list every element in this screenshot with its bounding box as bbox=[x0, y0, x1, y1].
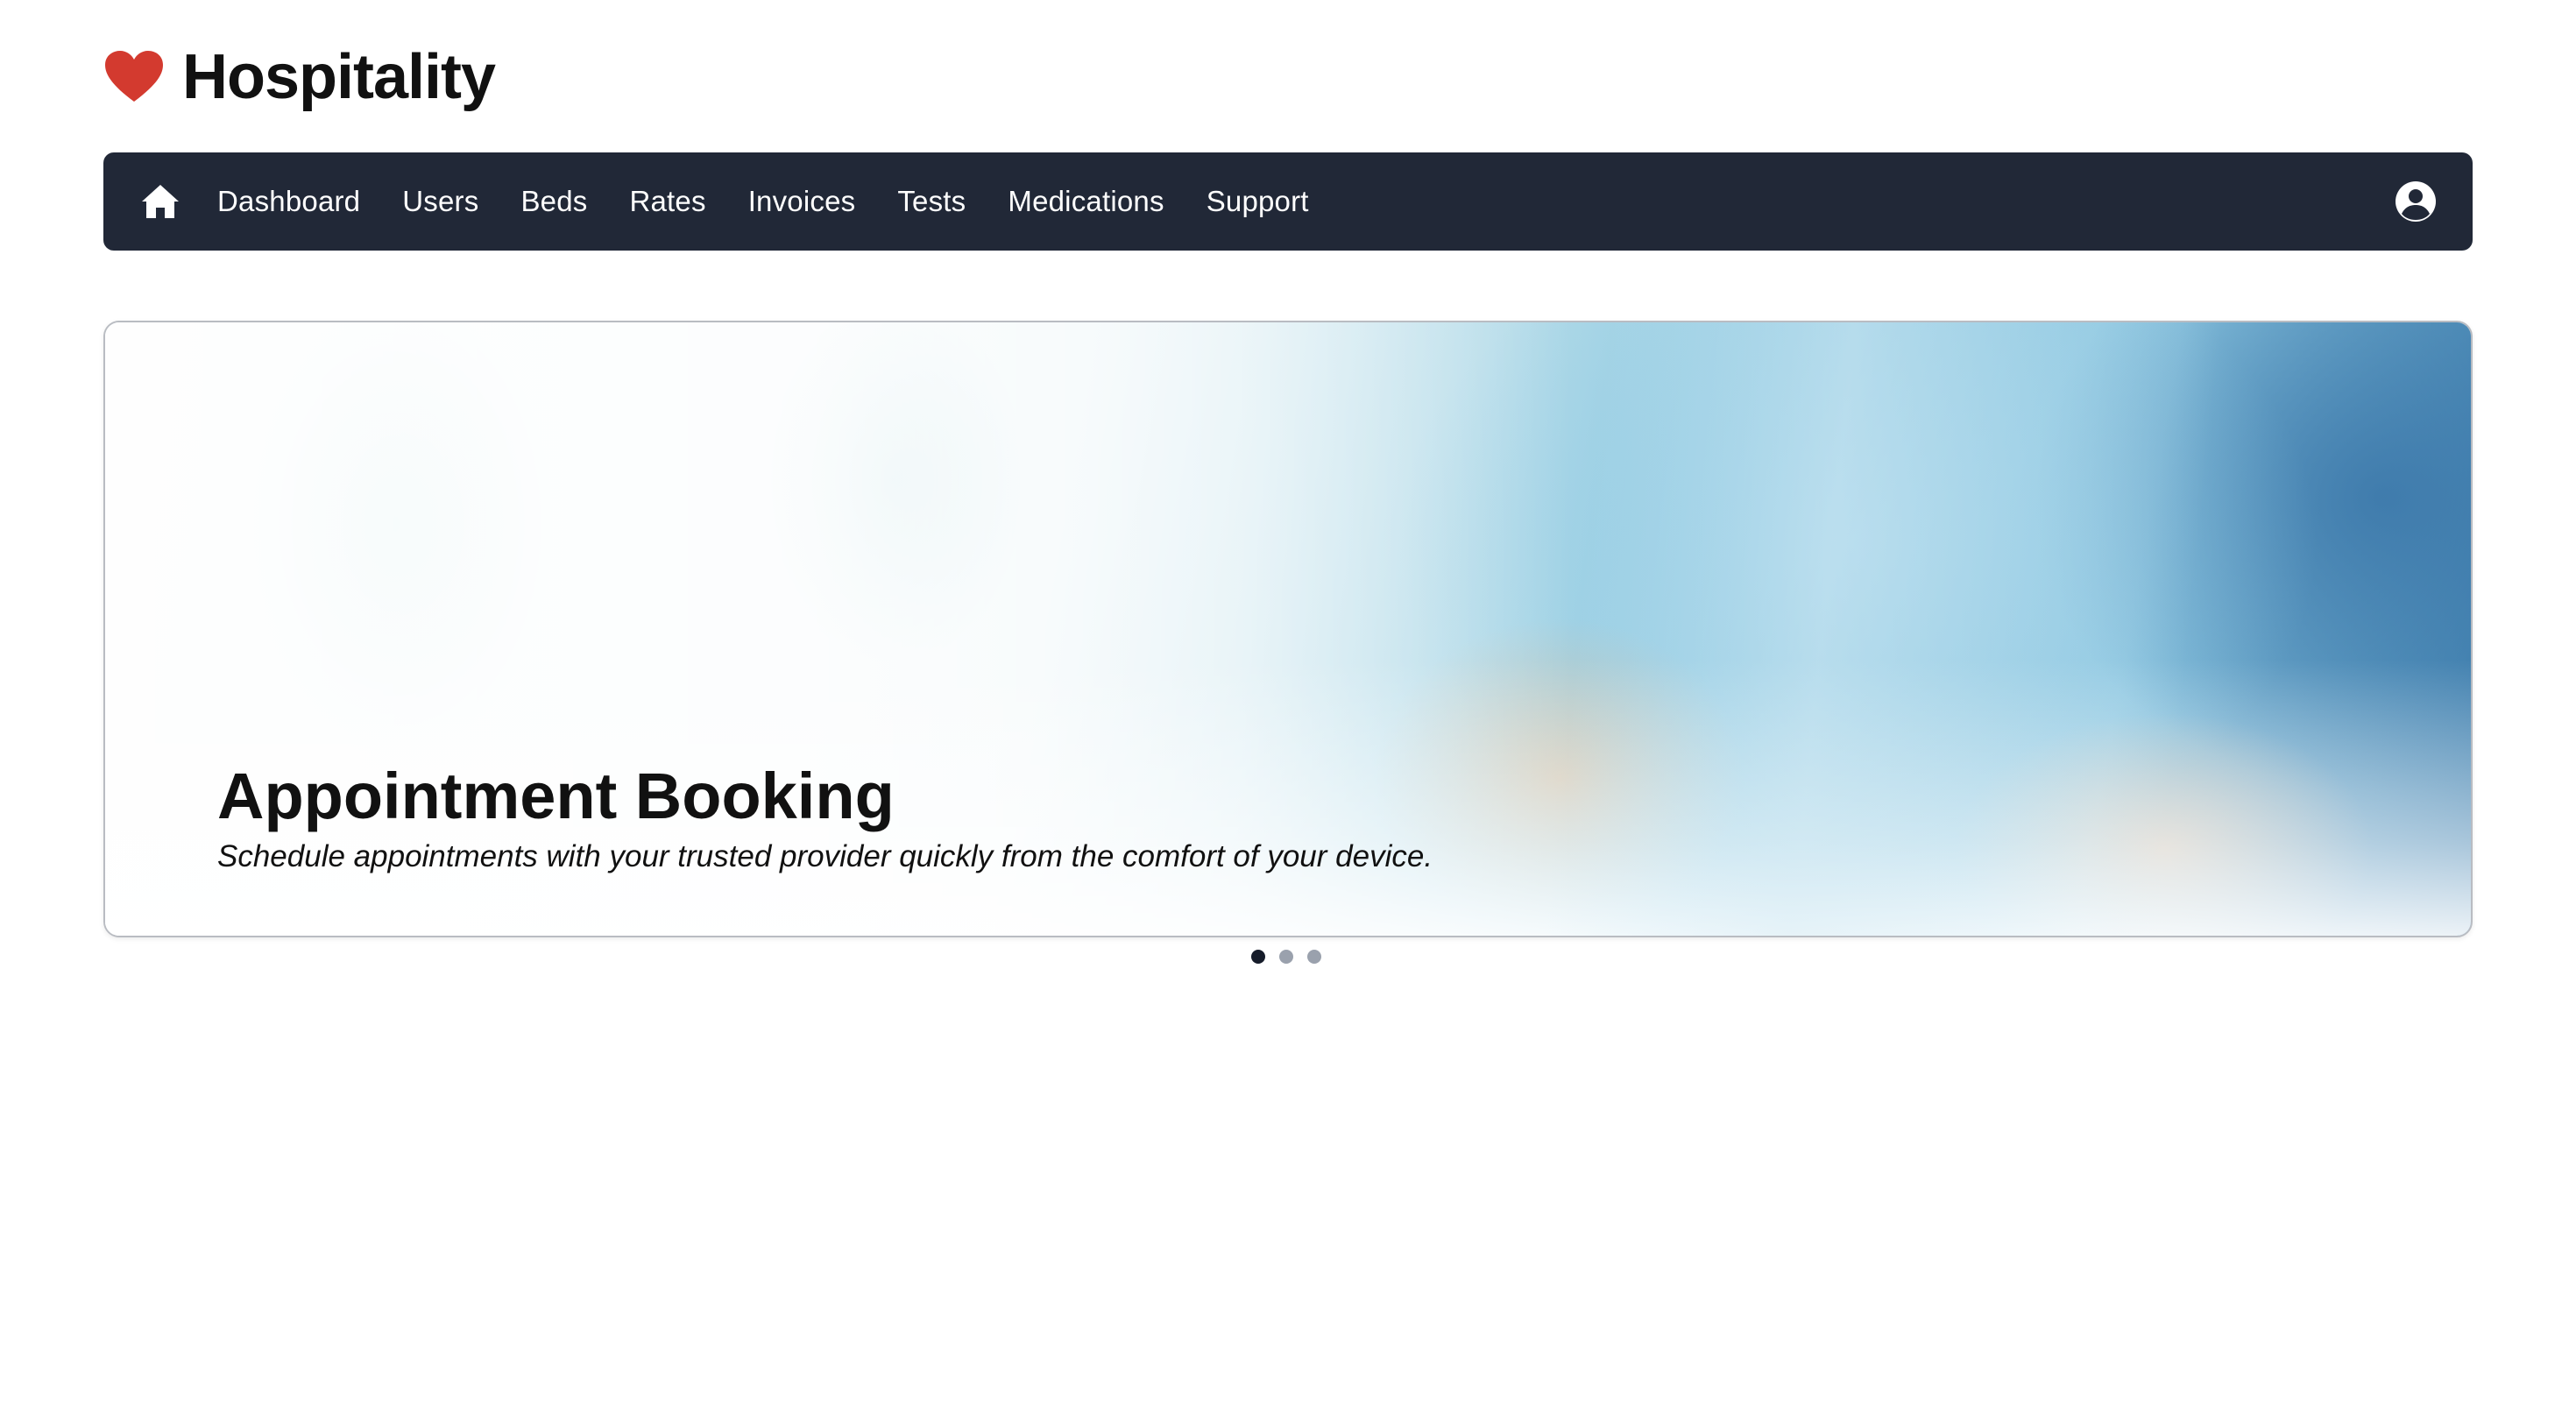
slide-description: Schedule appointments with your trusted … bbox=[217, 839, 1433, 874]
nav-item-invoices[interactable]: Invoices bbox=[748, 185, 856, 218]
carousel-indicator-3[interactable] bbox=[1307, 950, 1321, 964]
nav-item-dashboard[interactable]: Dashboard bbox=[217, 185, 360, 218]
carousel-indicator-1[interactable] bbox=[1251, 950, 1265, 964]
nav-item-beds[interactable]: Beds bbox=[520, 185, 587, 218]
page: Hospitality Dashboard Users Beds Rates I… bbox=[0, 0, 2576, 1414]
carousel-indicators bbox=[1251, 950, 1321, 964]
nav-item-medications[interactable]: Medications bbox=[1008, 185, 1164, 218]
home-button[interactable] bbox=[138, 180, 182, 223]
nav-item-rates[interactable]: Rates bbox=[629, 185, 705, 218]
brand[interactable]: Hospitality bbox=[103, 40, 496, 114]
slide-title: Appointment Booking bbox=[217, 760, 895, 832]
slide-caption: Appointment Booking Schedule appointment… bbox=[217, 760, 2145, 875]
nav-menu: Dashboard Users Beds Rates Invoices Test… bbox=[217, 185, 2394, 218]
nav-item-tests[interactable]: Tests bbox=[897, 185, 966, 218]
main-navbar: Dashboard Users Beds Rates Invoices Test… bbox=[103, 152, 2473, 251]
nav-item-users[interactable]: Users bbox=[402, 185, 478, 218]
user-circle-icon bbox=[2396, 181, 2436, 222]
carousel-indicator-2[interactable] bbox=[1279, 950, 1293, 964]
brand-title: Hospitality bbox=[182, 42, 496, 112]
user-menu-button[interactable] bbox=[2394, 180, 2438, 223]
heart-icon bbox=[105, 51, 163, 102]
hero-carousel[interactable]: Appointment Booking Schedule appointment… bbox=[103, 321, 2473, 937]
home-icon bbox=[142, 185, 179, 218]
nav-item-support[interactable]: Support bbox=[1207, 185, 1309, 218]
